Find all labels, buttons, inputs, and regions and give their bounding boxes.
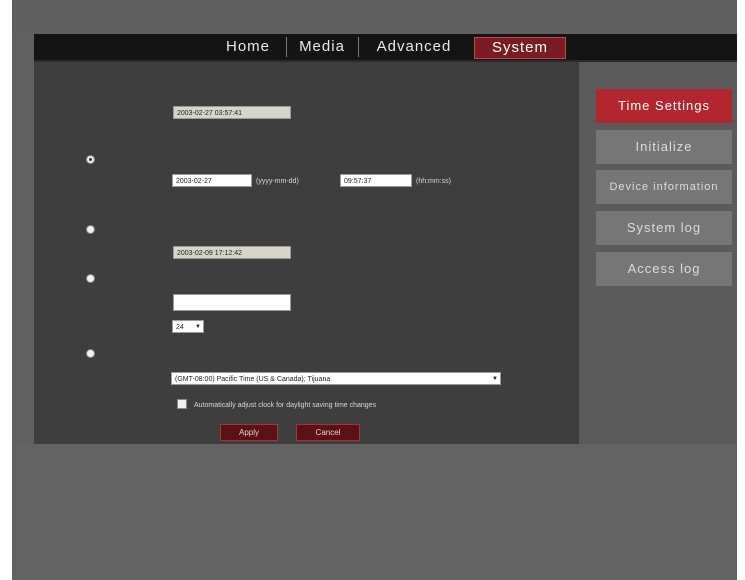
sidebar-item-time-settings[interactable]: Time Settings (596, 89, 732, 123)
chevron-down-icon: ▼ (195, 324, 201, 330)
time-input[interactable]: 09:57:37 (340, 174, 412, 187)
apply-button[interactable]: Apply (220, 424, 278, 441)
manual-setting-radio[interactable] (86, 155, 95, 164)
nav-media[interactable]: Media (286, 37, 357, 57)
sidebar-item-initialize[interactable]: Initialize (596, 130, 732, 164)
cancel-button[interactable]: Cancel (296, 424, 360, 441)
sync-computer-radio[interactable] (86, 225, 95, 234)
date-input[interactable]: 2003-02-27 (172, 174, 252, 187)
time-format-hint: (hh:mm:ss) (416, 178, 451, 185)
camera-web-ui: Home Media Advanced System 2003-02-27 03… (12, 0, 737, 580)
timezone-select[interactable]: (GMT-08:00) Pacific Time (US & Canada); … (171, 372, 501, 385)
sidebar: Time Settings Initialize Device informat… (579, 62, 737, 444)
nav-advanced[interactable]: Advanced (358, 37, 469, 57)
nav-system[interactable]: System (474, 37, 566, 59)
pc-time-field: 2003-02-09 17:12:42 (173, 246, 291, 259)
keep-current-radio[interactable] (86, 349, 95, 358)
timezone-value: (GMT-08:00) Pacific Time (US & Canada); … (175, 376, 331, 383)
sidebar-item-device-information[interactable]: Device information (596, 170, 732, 204)
ntp-server-input[interactable] (173, 294, 291, 311)
main-nav: Home Media Advanced System (34, 34, 737, 62)
dst-checkbox[interactable] (177, 399, 187, 409)
interval-select[interactable]: 24 ▼ (172, 320, 204, 333)
ntp-radio[interactable] (86, 274, 95, 283)
time-settings-panel: 2003-02-27 03:57:41 2003-02-27 (yyyy-mm-… (34, 62, 579, 444)
interval-value: 24 (176, 324, 184, 331)
current-time-field: 2003-02-27 03:57:41 (173, 106, 291, 119)
sidebar-item-access-log[interactable]: Access log (596, 252, 732, 286)
page-footer-area (12, 444, 737, 580)
nav-home[interactable]: Home (212, 37, 284, 57)
sidebar-item-system-log[interactable]: System log (596, 211, 732, 245)
dst-label: Automatically adjust clock for daylight … (194, 402, 377, 409)
chevron-down-icon: ▼ (492, 376, 498, 382)
top-bar (12, 0, 737, 30)
date-format-hint: (yyyy-mm-dd) (256, 178, 299, 185)
